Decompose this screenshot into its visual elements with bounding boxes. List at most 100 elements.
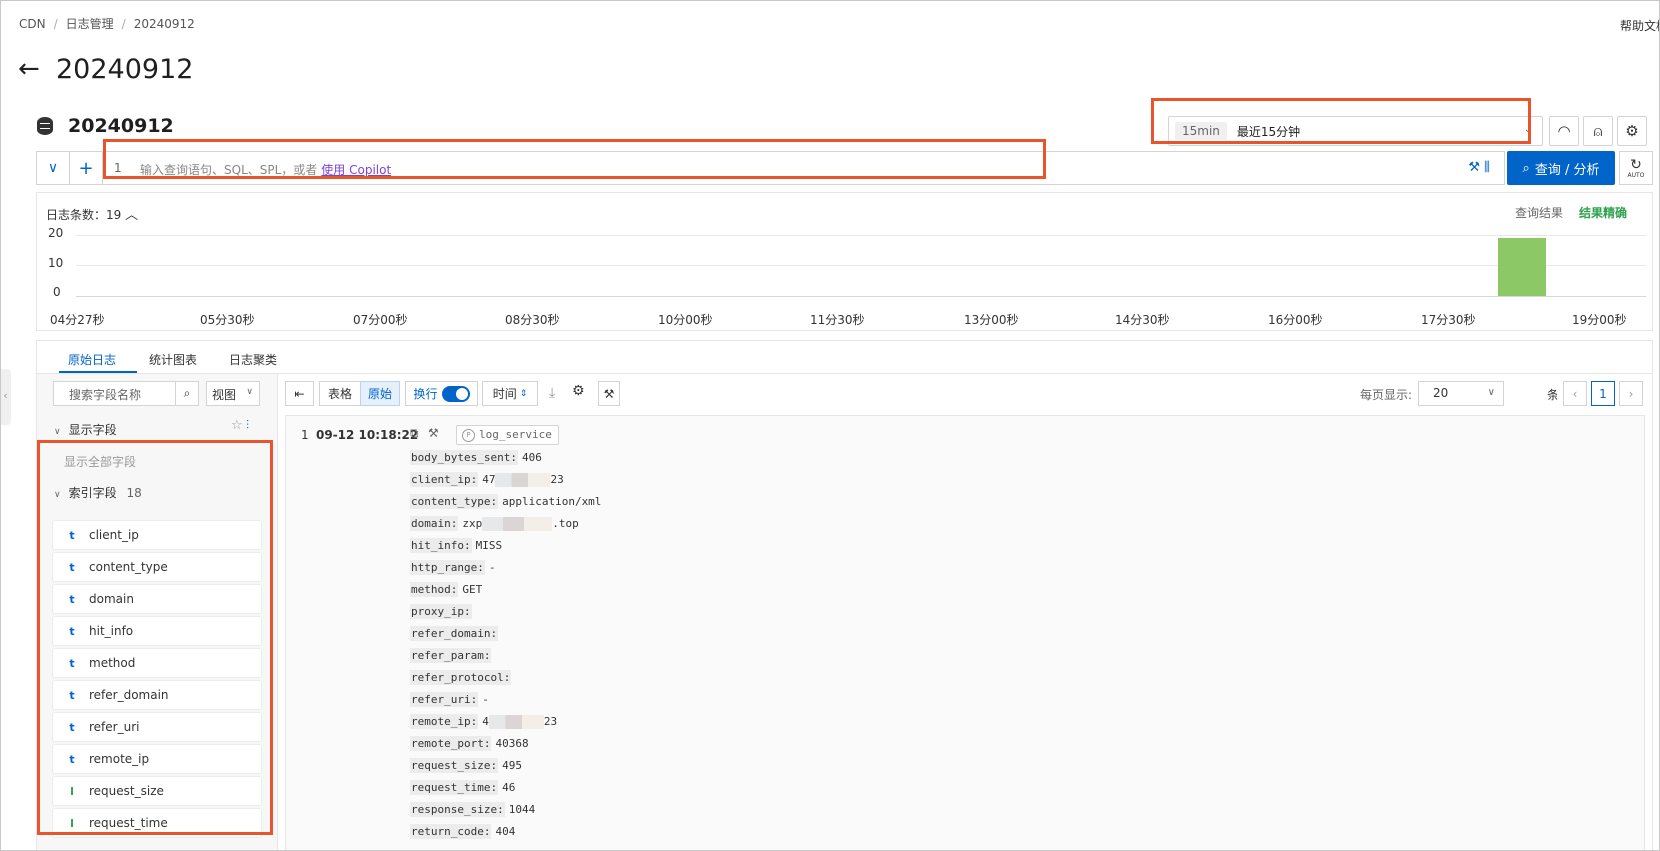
breadcrumb-cdn[interactable]: CDN: [19, 17, 46, 31]
tools-icon[interactable]: ⚒: [428, 426, 439, 440]
index-field-item[interactable]: t domain: [53, 585, 261, 613]
prev-page-button[interactable]: ‹: [1563, 381, 1587, 406]
log-field-key[interactable]: domain:: [410, 516, 459, 531]
search-icon: ⌕: [1522, 160, 1530, 176]
tab-log-clustering[interactable]: 日志聚类: [229, 351, 277, 368]
view-table-button[interactable]: 表格: [319, 381, 361, 406]
current-page[interactable]: 1: [1591, 381, 1615, 406]
log-field-value[interactable]: -: [489, 561, 496, 574]
index-fields-section[interactable]: ∨ 索引字段 18: [54, 484, 142, 501]
log-field-value-suffix: 23: [550, 473, 564, 486]
chevron-down-icon: ∨: [1487, 387, 1495, 398]
index-field-item[interactable]: t client_ip: [53, 521, 261, 549]
log-field-value[interactable]: 47: [482, 473, 495, 486]
log-field-row: refer_domain:: [410, 626, 502, 641]
index-field-item[interactable]: t hit_info: [53, 617, 261, 645]
log-field-value-suffix: .top: [552, 517, 579, 530]
log-field-key[interactable]: refer_param:: [410, 648, 492, 663]
query-input[interactable]: 1 输入查询语句、SQL、SPL，或者 使用 Copilot ⚒⫼: [103, 151, 1505, 185]
log-field-key[interactable]: client_ip:: [410, 472, 479, 487]
query-line-number: 1: [114, 161, 122, 175]
gridline: [76, 235, 1646, 236]
log-field-row: body_bytes_sent: 406: [410, 450, 542, 465]
log-field-key[interactable]: hit_info:: [410, 538, 472, 553]
breadcrumb-log-management[interactable]: 日志管理: [66, 15, 114, 32]
copilot-link[interactable]: 使用 Copilot: [321, 163, 391, 177]
index-field-item[interactable]: l request_time: [53, 809, 261, 837]
sort-icon: ⇕: [519, 388, 528, 399]
log-field-value[interactable]: MISS: [476, 539, 503, 552]
sidebar-collapse-handle[interactable]: ‹: [0, 369, 11, 425]
log-field-key[interactable]: method:: [410, 582, 459, 597]
help-docs-link[interactable]: 帮助文档: [1620, 17, 1660, 34]
index-field-item[interactable]: l request_size: [53, 777, 261, 805]
log-field-key[interactable]: body_bytes_sent:: [410, 450, 518, 465]
back-arrow-icon[interactable]: ←: [18, 56, 40, 82]
index-field-item[interactable]: t content_type: [53, 553, 261, 581]
log-field-key[interactable]: remote_port:: [410, 736, 492, 751]
index-field-item[interactable]: t refer_uri: [53, 713, 261, 741]
log-field-value[interactable]: application/xml: [502, 495, 601, 508]
log-field-value[interactable]: 406: [522, 451, 542, 464]
log-field-key[interactable]: refer_domain:: [410, 626, 499, 641]
log-field-key[interactable]: refer_protocol:: [410, 670, 512, 685]
index-field-item[interactable]: t remote_ip: [53, 745, 261, 773]
star-icon[interactable]: ☆: [231, 418, 243, 433]
wand-icon[interactable]: ⚒: [1468, 160, 1484, 175]
histogram-bar[interactable]: [1498, 238, 1546, 296]
log-field-key[interactable]: proxy_ip:: [410, 604, 472, 619]
next-page-button[interactable]: ›: [1619, 381, 1643, 406]
search-icon[interactable]: ⌕: [176, 381, 199, 406]
add-query-button[interactable]: +: [69, 151, 103, 185]
download-icon[interactable]: ⤓: [549, 385, 555, 401]
time-range-select[interactable]: 15min 最近15分钟 ⌄: [1168, 116, 1543, 146]
log-count[interactable]: 日志条数：19 ︿: [46, 204, 138, 223]
log-field-key[interactable]: content_type:: [410, 494, 499, 509]
auto-refresh-button[interactable]: ↻ AUTO: [1619, 151, 1653, 185]
log-field-row: request_size: 495: [410, 758, 522, 773]
log-field-value[interactable]: 404: [495, 825, 515, 838]
wrap-toggle[interactable]: 换行: [405, 381, 478, 406]
wrap-switch[interactable]: [441, 385, 470, 402]
show-all-fields[interactable]: 显示全部字段: [64, 453, 136, 470]
log-field-key[interactable]: refer_uri:: [410, 692, 479, 707]
log-field-value[interactable]: 495: [502, 759, 522, 772]
log-field-key[interactable]: request_time:: [410, 780, 499, 795]
alert-bell-icon[interactable]: ⍝: [1583, 116, 1613, 146]
collapse-fields-button[interactable]: ⇤: [285, 381, 314, 406]
log-field-value[interactable]: 46: [502, 781, 515, 794]
log-field-value[interactable]: 4: [482, 715, 489, 728]
query-analyze-button[interactable]: ⌕ 查询 / 分析: [1507, 151, 1615, 185]
page-size-select[interactable]: 20 ∨: [1418, 381, 1504, 406]
log-field-value[interactable]: 40368: [495, 737, 528, 750]
log-field-value[interactable]: 1044: [509, 803, 536, 816]
log-field-key[interactable]: request_size:: [410, 758, 499, 773]
sliders-icon[interactable]: ⫼: [1484, 160, 1494, 175]
log-field-key[interactable]: remote_ip:: [410, 714, 479, 729]
chevron-down-icon: ∨: [246, 387, 253, 397]
settings-gear-icon[interactable]: ⚙: [572, 383, 585, 399]
log-field-value[interactable]: zxp: [462, 517, 482, 530]
log-field-key[interactable]: http_range:: [410, 560, 485, 575]
view-raw-button[interactable]: 原始: [360, 381, 400, 406]
query-history-dropdown[interactable]: ∨: [36, 151, 70, 185]
time-sort-button[interactable]: 时间 ⇕: [482, 381, 538, 406]
x-tick-label: 10分00秒: [658, 313, 713, 327]
settings-gear-icon[interactable]: ⚙: [1617, 116, 1647, 146]
index-field-item[interactable]: t method: [53, 649, 261, 677]
log-field-value[interactable]: -: [482, 693, 489, 706]
x-tick-label: 17分30秒: [1421, 313, 1476, 327]
copy-icon[interactable]: ⧉: [410, 426, 419, 441]
dashboard-gauge-icon[interactable]: ◠: [1549, 116, 1579, 146]
tab-charts[interactable]: 统计图表: [149, 351, 197, 368]
log-field-key[interactable]: response_size:: [410, 802, 505, 817]
tools-icon[interactable]: ⚒: [598, 381, 620, 406]
display-fields-section[interactable]: ∨ 显示字段: [54, 421, 117, 438]
field-settings-icon[interactable]: ⫶: [246, 418, 249, 433]
tab-raw-logs[interactable]: 原始日志: [68, 351, 116, 368]
log-field-key[interactable]: return_code:: [410, 824, 492, 839]
view-select[interactable]: 视图 ∨: [206, 381, 260, 406]
log-field-value[interactable]: GET: [462, 583, 482, 596]
field-search-input[interactable]: 搜索字段名称: [53, 381, 176, 406]
index-field-item[interactable]: t refer_domain: [53, 681, 261, 709]
